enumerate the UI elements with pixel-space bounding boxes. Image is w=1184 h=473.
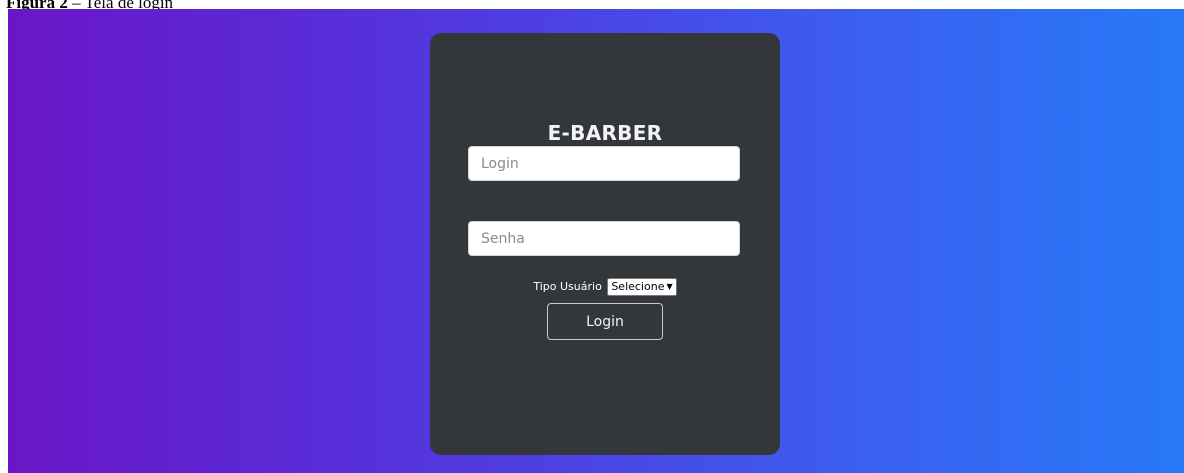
user-type-row: Tipo Usuário Selecione ▼: [430, 278, 780, 296]
app-title: E-BARBER: [547, 121, 663, 145]
user-type-label: Tipo Usuário: [533, 280, 602, 293]
login-page-background: E-BARBER Tipo Usuário Selecione▼ Login: [8, 9, 1184, 473]
password-input[interactable]: [468, 221, 740, 256]
chevron-down-icon: ▼: [666, 282, 673, 291]
login-input[interactable]: [468, 146, 740, 181]
login-card: E-BARBER Tipo Usuário Selecione▼ Login: [430, 33, 780, 455]
login-button[interactable]: Login: [547, 303, 663, 340]
user-type-select[interactable]: Selecione ▼: [607, 278, 677, 296]
user-type-selected-value: Selecione: [611, 280, 665, 293]
